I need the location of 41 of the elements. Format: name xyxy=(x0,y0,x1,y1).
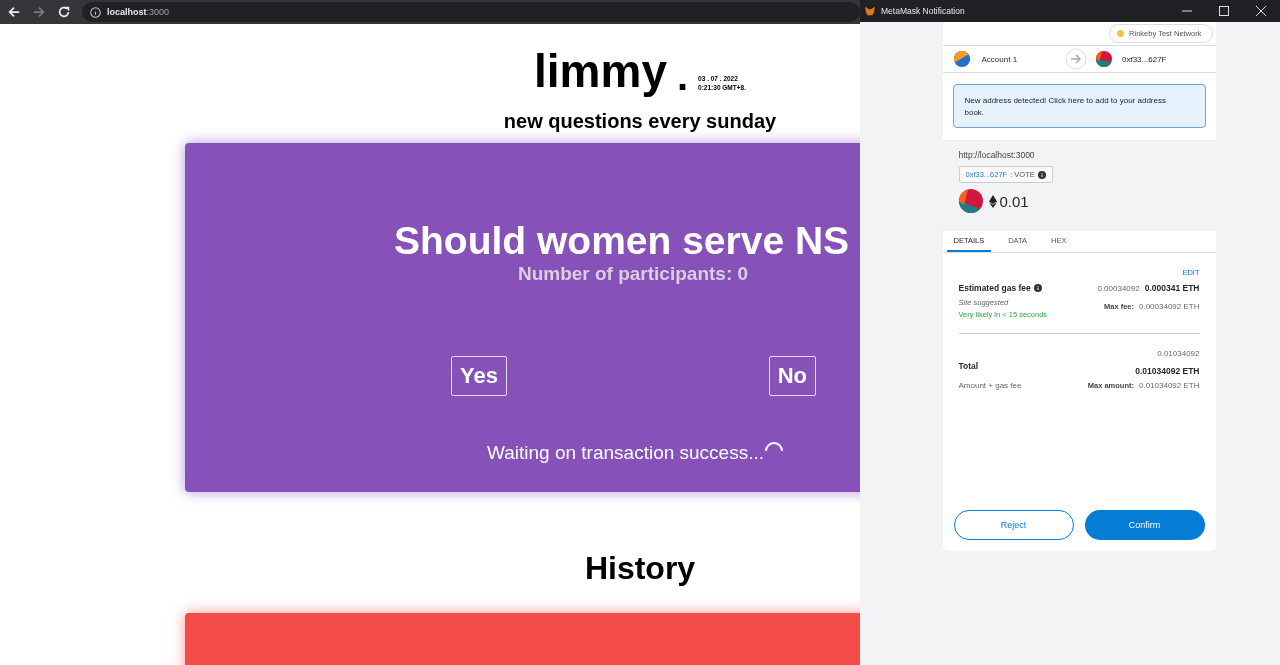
amount-value: 0.01 xyxy=(999,192,1029,210)
recipient-avatar-icon xyxy=(1095,50,1113,68)
token-avatar-icon xyxy=(958,189,983,213)
recipient-address: 0xf33...627F xyxy=(1122,54,1167,64)
reload-icon[interactable] xyxy=(57,5,71,19)
max-fee-value: 0.00034092 ETH xyxy=(1139,302,1200,311)
participants-count: Number of participants: 0 xyxy=(517,263,749,284)
from-account-name: Account 1 xyxy=(981,54,1018,64)
confirm-button[interactable]: Confirm xyxy=(1084,510,1205,540)
gas-fee-label: Estimated gas fee xyxy=(958,283,1031,293)
total-label: Total xyxy=(958,359,980,371)
total-primary: 0.01034092 ETH xyxy=(1135,366,1200,376)
maximize-icon[interactable] xyxy=(1219,6,1229,16)
tagline: new questions every sunday xyxy=(503,110,777,133)
new-address-alert[interactable]: New address detected! Click here to add to your address book. xyxy=(952,84,1206,128)
arrow-right-icon xyxy=(1065,48,1087,70)
info-icon xyxy=(1037,170,1046,179)
site-logo: limmy xyxy=(534,46,667,96)
vote-option-button[interactable]: No xyxy=(768,356,816,396)
transaction-status: Waiting on transaction success... xyxy=(487,442,764,464)
info-icon xyxy=(90,6,101,18)
account-avatar-icon xyxy=(952,50,971,68)
total-sublabel: Amount + gas fee xyxy=(958,381,1022,390)
info-icon xyxy=(1033,284,1042,292)
close-icon[interactable] xyxy=(1256,6,1266,16)
gas-fee-primary: 0.000341 ETH xyxy=(1144,283,1200,293)
history-heading: History xyxy=(584,550,696,587)
reject-button[interactable]: Reject xyxy=(953,510,1074,540)
url-text: localhost:3000 xyxy=(107,7,170,17)
window-title: MetaMask Notification xyxy=(881,6,966,16)
vote-option-button[interactable]: Yes xyxy=(451,356,507,396)
question-title: Should women serve NS xyxy=(394,219,850,262)
ether-icon xyxy=(988,194,997,208)
back-icon[interactable] xyxy=(7,5,21,19)
fox-icon xyxy=(864,6,876,16)
gas-fee-secondary: 0.00034092 xyxy=(1097,283,1140,293)
max-amount-value: 0.01034092 ETH xyxy=(1139,381,1200,390)
address-bar[interactable]: localhost:3000 xyxy=(82,2,860,22)
total-secondary: 0.01034092 xyxy=(1157,349,1200,358)
origin-url: http://localhost:3000 xyxy=(958,150,1035,160)
logo-dot: . xyxy=(676,56,689,96)
